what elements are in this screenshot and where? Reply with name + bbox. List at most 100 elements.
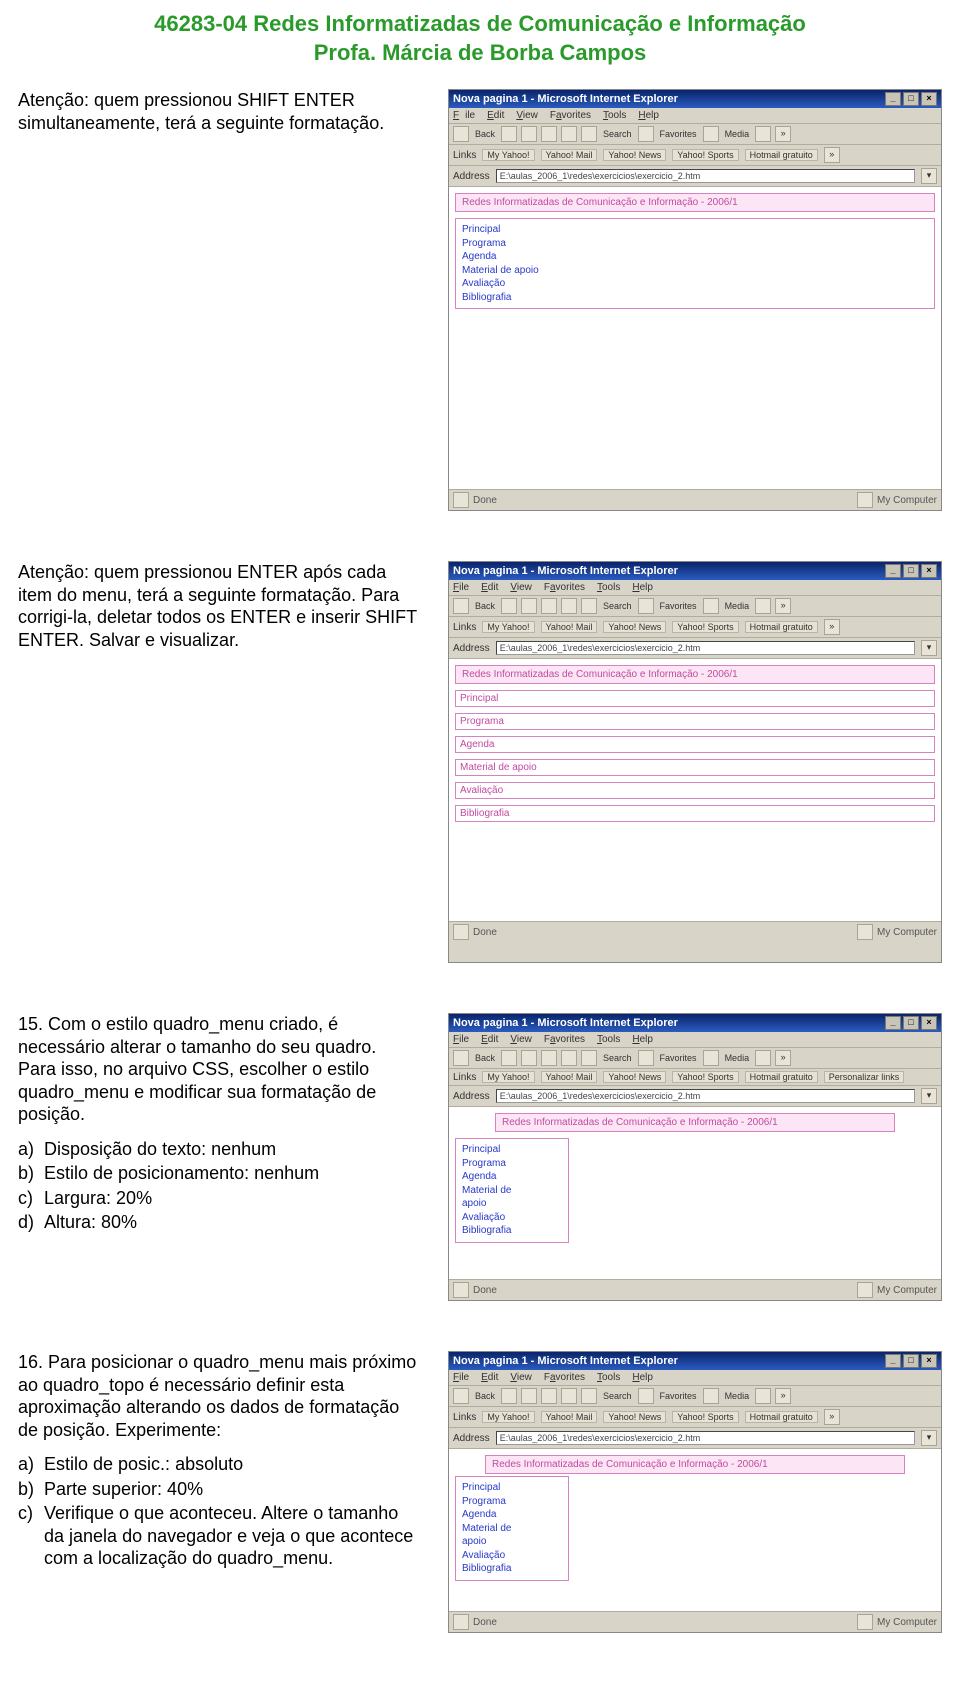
- menu-favorites: Favorites: [550, 110, 591, 121]
- computer-icon: [857, 1614, 873, 1630]
- home-icon: [561, 126, 577, 142]
- computer-icon: [857, 1282, 873, 1298]
- window-title: Nova pagina 1 - Microsoft Internet Explo…: [453, 1017, 678, 1029]
- status-bar: Done My Computer: [449, 1611, 941, 1632]
- link-item: Yahoo! Sports: [672, 621, 738, 633]
- status-bar: Done My Computer: [449, 1279, 941, 1300]
- page-content: Redes Informatizadas de Comunicação e In…: [449, 187, 941, 489]
- window-titlebar: Nova pagina 1 - Microsoft Internet Explo…: [449, 1014, 941, 1032]
- close-icon: ×: [921, 92, 937, 106]
- section1-text: Atenção: quem pressionou SHIFT ENTER sim…: [18, 89, 418, 134]
- banner-box: Redes Informatizadas de Comunicação e In…: [485, 1455, 905, 1474]
- course-subtitle: Profa. Márcia de Borba Campos: [18, 39, 942, 68]
- go-icon: ▾: [921, 168, 937, 184]
- ie-screenshot-2: Nova pagina 1 - Microsoft Internet Explo…: [448, 561, 942, 963]
- favorites-icon: [638, 598, 654, 614]
- menu-row: Bibliografia: [455, 805, 935, 822]
- list-text: Verifique o que aconteceu. Altere o tama…: [44, 1502, 418, 1570]
- link-item: Yahoo! Mail: [541, 1411, 598, 1423]
- links-label: Links: [453, 1072, 476, 1083]
- more-icon: »: [775, 598, 791, 614]
- link-item: Yahoo! News: [603, 621, 666, 633]
- forward-icon: [501, 1388, 517, 1404]
- toolbar: Back Search Favorites Media »: [449, 1386, 941, 1407]
- links-bar: Links My Yahoo! Yahoo! Mail Yahoo! News …: [449, 1069, 941, 1086]
- done-icon: [453, 924, 469, 940]
- address-value: E:\aulas_2006_1\redes\exercicios\exercic…: [496, 1431, 915, 1445]
- list-item: Material de: [462, 1522, 562, 1536]
- close-icon: ×: [921, 1016, 937, 1030]
- banner-box: Redes Informatizadas de Comunicação e In…: [455, 193, 935, 212]
- menu-favorites: Favorites: [544, 1034, 585, 1045]
- address-bar: Address E:\aulas_2006_1\redes\exercicios…: [449, 638, 941, 659]
- more-icon: »: [775, 1388, 791, 1404]
- menu-list: Principal Programa Agenda Material de ap…: [455, 218, 935, 309]
- link-item: Yahoo! Mail: [541, 1071, 598, 1083]
- home-icon: [561, 1050, 577, 1066]
- menu-sidebox: Principal Programa Agenda Material de ap…: [455, 1476, 569, 1581]
- list-label: c): [18, 1502, 44, 1570]
- ie-screenshot-3: Nova pagina 1 - Microsoft Internet Explo…: [448, 1013, 942, 1301]
- history-icon: [755, 126, 771, 142]
- address-label: Address: [453, 1091, 490, 1102]
- back-icon: [453, 126, 469, 142]
- done-icon: [453, 492, 469, 508]
- ie-screenshot-4: Nova pagina 1 - Microsoft Internet Explo…: [448, 1351, 942, 1633]
- address-bar: Address E:\aulas_2006_1\redes\exercicios…: [449, 1086, 941, 1107]
- link-item: Yahoo! Sports: [672, 1071, 738, 1083]
- menu-bar: File Edit View Favorites Tools Help: [449, 108, 941, 124]
- list-item: Agenda: [462, 1170, 562, 1184]
- minimize-icon: _: [885, 1016, 901, 1030]
- link-item: My Yahoo!: [482, 149, 534, 161]
- banner-box: Redes Informatizadas de Comunicação e In…: [455, 665, 935, 684]
- list-item: Bibliografia: [462, 1562, 562, 1576]
- list-item: Principal: [462, 1143, 562, 1157]
- window-titlebar: Nova pagina 1 - Microsoft Internet Explo…: [449, 90, 941, 108]
- stop-icon: [521, 1388, 537, 1404]
- section2-text: Atenção: quem pressionou ENTER após cada…: [18, 561, 418, 651]
- search-icon: [581, 598, 597, 614]
- menu-favorites: Favorites: [544, 582, 585, 593]
- list-item: Programa: [462, 1495, 562, 1509]
- menu-file: File: [453, 1372, 469, 1383]
- media-icon: [703, 1388, 719, 1404]
- done-icon: [453, 1614, 469, 1630]
- menu-file: File: [453, 110, 475, 121]
- list-text: Estilo de posicionamento: nenhum: [44, 1162, 418, 1185]
- list-item: Bibliografia: [462, 291, 928, 305]
- media-icon: [703, 1050, 719, 1066]
- list-item: Material de: [462, 1184, 562, 1198]
- more-icon: »: [775, 1050, 791, 1066]
- computer-icon: [857, 924, 873, 940]
- list-label: b): [18, 1478, 44, 1501]
- close-icon: ×: [921, 1354, 937, 1368]
- page-content: Redes Informatizadas de Comunicação e In…: [449, 659, 941, 921]
- window-titlebar: Nova pagina 1 - Microsoft Internet Explo…: [449, 1352, 941, 1370]
- menu-edit: Edit: [481, 1372, 498, 1383]
- go-icon: ▾: [921, 1088, 937, 1104]
- list-item: Programa: [462, 1157, 562, 1171]
- window-title: Nova pagina 1 - Microsoft Internet Explo…: [453, 1355, 678, 1367]
- link-item: Hotmail gratuito: [745, 149, 818, 161]
- link-item: Yahoo! Mail: [541, 621, 598, 633]
- menu-edit: Edit: [481, 582, 498, 593]
- window-title: Nova pagina 1 - Microsoft Internet Explo…: [453, 93, 678, 105]
- list-item: Principal: [462, 1481, 562, 1495]
- link-item: Hotmail gratuito: [745, 1411, 818, 1423]
- menu-row: Principal: [455, 690, 935, 707]
- menu-row: Agenda: [455, 736, 935, 753]
- menu-view: View: [516, 110, 538, 121]
- page-content: Redes Informatizadas de Comunicação e In…: [449, 1449, 941, 1611]
- link-item: Yahoo! Sports: [672, 149, 738, 161]
- media-icon: [703, 126, 719, 142]
- menu-help: Help: [632, 582, 653, 593]
- address-label: Address: [453, 1433, 490, 1444]
- done-icon: [453, 1282, 469, 1298]
- search-icon: [581, 126, 597, 142]
- status-bar: Done My Computer: [449, 921, 941, 942]
- list-item: Agenda: [462, 250, 928, 264]
- page-content: Redes Informatizadas de Comunicação e In…: [449, 1107, 941, 1279]
- menu-edit: Edit: [481, 1034, 498, 1045]
- link-item: Yahoo! News: [603, 1071, 666, 1083]
- menu-bar: File Edit View Favorites Tools Help: [449, 580, 941, 596]
